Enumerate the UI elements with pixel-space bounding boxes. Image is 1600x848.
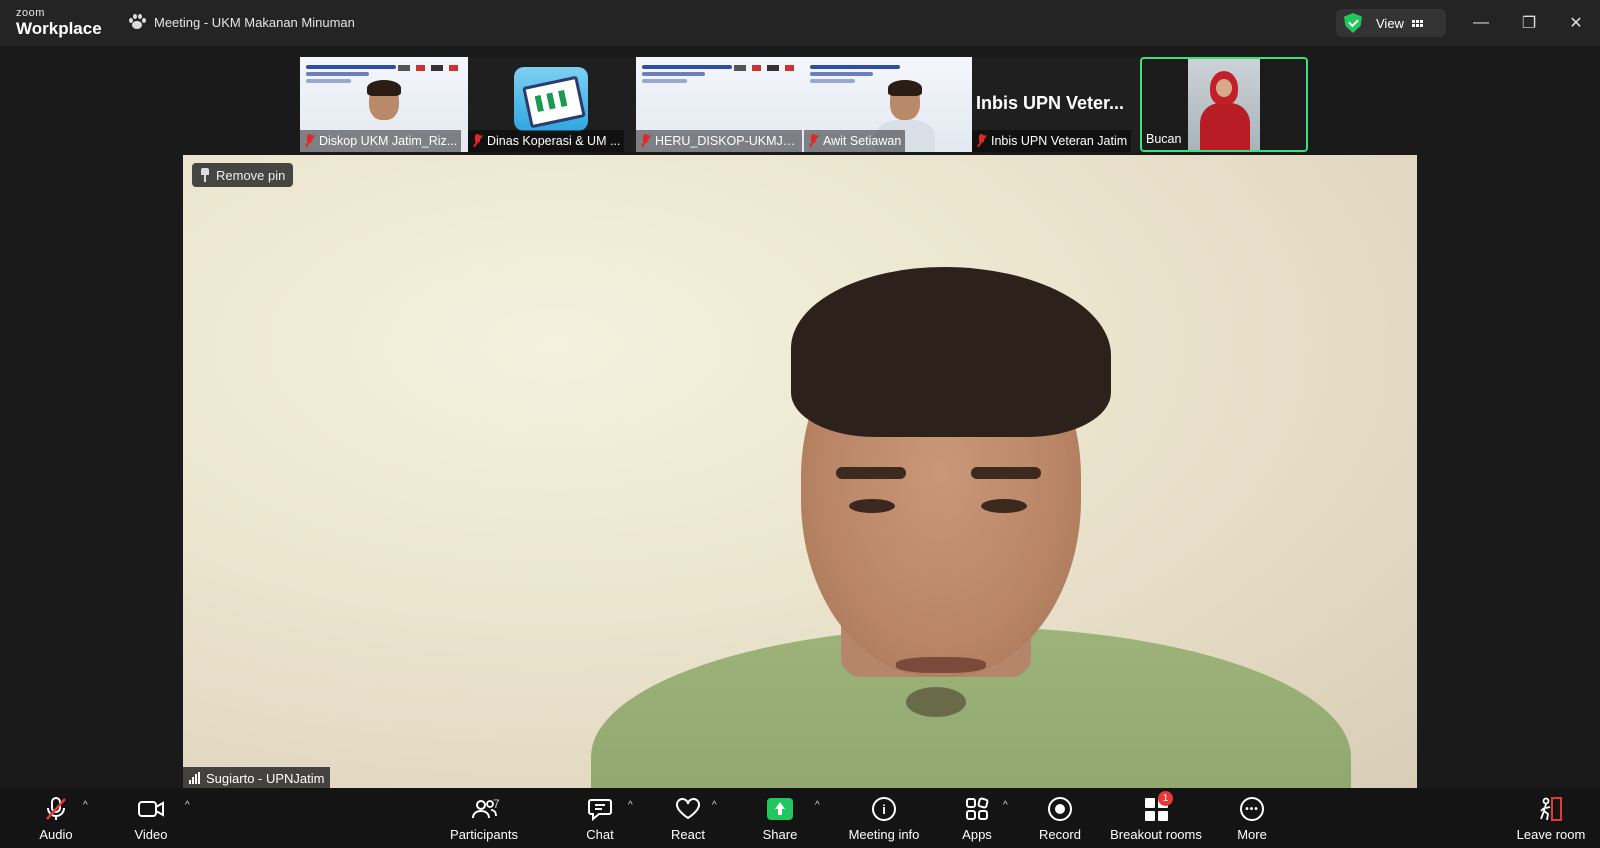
remove-pin-label: Remove pin: [216, 167, 286, 183]
pin-icon: [200, 168, 210, 182]
pinned-video: Remove pin Sugiarto - UPNJatim: [183, 155, 1417, 789]
participant-name-tag: Diskop UKM Jatim_Riz...: [300, 130, 462, 152]
leave-room-button[interactable]: Leave room: [1516, 788, 1586, 848]
apps-icon: [962, 795, 992, 823]
tablet-chart-avatar-icon: [514, 67, 588, 131]
view-button[interactable]: View: [1336, 9, 1446, 37]
encryption-shield-icon: [1344, 13, 1362, 33]
info-icon: i: [869, 795, 899, 823]
share-options-caret-icon[interactable]: ^: [815, 800, 820, 811]
chat-button[interactable]: Chat: [582, 788, 618, 848]
participant-tile[interactable]: Diskop UKM Jatim_Riz...: [300, 57, 468, 152]
meeting-title-text: Meeting - UKM Makanan Minuman: [154, 14, 355, 30]
share-screen-icon: [765, 795, 795, 823]
minimize-icon[interactable]: —: [1470, 12, 1492, 34]
signal-strength-icon: [189, 772, 200, 784]
mic-muted-icon: [976, 134, 987, 148]
participants-count: 7: [493, 797, 500, 811]
record-button[interactable]: Record: [1038, 788, 1082, 848]
react-options-caret-icon[interactable]: ^: [712, 800, 717, 811]
participants-icon: 7: [469, 795, 500, 823]
apps-options-caret-icon[interactable]: ^: [1003, 800, 1008, 811]
meeting-toolbar: Audio ^ Video ^ 7 Participants Chat ^ Re…: [0, 788, 1600, 848]
breakout-rooms-icon: 1: [1141, 791, 1173, 823]
participant-strip: Diskop UKM Jatim_Riz... Dinas Koperasi &…: [300, 57, 1308, 152]
restore-icon[interactable]: ❐: [1518, 12, 1540, 34]
participant-avatar-text: Inbis UPN Veter...: [976, 93, 1125, 113]
meeting-title: Meeting - UKM Makanan Minuman: [128, 14, 355, 30]
logo-small-text: zoom: [16, 7, 45, 19]
participant-tile[interactable]: Inbis UPN Veter... Inbis UPN Veteran Jat…: [972, 57, 1140, 152]
audio-button[interactable]: Audio: [36, 788, 76, 848]
breakout-badge: 1: [1158, 791, 1173, 806]
participants-button[interactable]: 7 Participants: [448, 788, 520, 848]
speaker-video: [591, 227, 1351, 789]
microphone-muted-icon: [41, 795, 71, 823]
mic-muted-icon: [472, 134, 483, 148]
meeting-info-button[interactable]: i Meeting info: [844, 788, 924, 848]
apps-button[interactable]: Apps: [960, 788, 994, 848]
more-icon: •••: [1237, 795, 1267, 823]
close-icon[interactable]: ✕: [1565, 12, 1587, 34]
chat-bubble-icon: [585, 795, 615, 823]
record-icon: [1045, 795, 1075, 823]
video-button[interactable]: Video: [131, 788, 171, 848]
logo-big-text: Workplace: [16, 19, 102, 38]
participant-tile[interactable]: Dinas Koperasi & UM ...: [468, 57, 636, 152]
participant-video: [1188, 59, 1260, 150]
video-camera-icon: [136, 795, 166, 823]
participant-name-tag: Inbis UPN Veteran Jatim: [972, 130, 1132, 152]
participant-tile-active-speaker[interactable]: Bucan: [1140, 57, 1308, 152]
participant-name-tag: Bucan: [1146, 132, 1182, 146]
grid-view-icon: [1411, 19, 1423, 27]
chat-options-caret-icon[interactable]: ^: [628, 800, 633, 811]
video-options-caret-icon[interactable]: ^: [185, 800, 190, 811]
participant-name-tag: Awit Setiawan: [804, 130, 906, 152]
mic-muted-icon: [808, 134, 819, 148]
participant-tile[interactable]: Awit Setiawan: [804, 57, 972, 152]
participant-name-tag: HERU_DISKOP-UKMJA...: [636, 130, 802, 152]
mic-muted-icon: [304, 134, 315, 148]
speaker-name: Sugiarto - UPNJatim: [206, 770, 325, 786]
view-label: View: [1376, 15, 1404, 31]
breakout-rooms-button[interactable]: 1 Breakout rooms: [1108, 788, 1204, 848]
participant-name-tag: Dinas Koperasi & UM ...: [468, 130, 625, 152]
paw-icon: [128, 14, 146, 30]
leave-door-icon: [1536, 795, 1566, 823]
title-bar: zoom Workplace Meeting - UKM Makanan Min…: [0, 0, 1600, 46]
mic-muted-icon: [640, 134, 651, 148]
participant-tile[interactable]: HERU_DISKOP-UKMJA...: [636, 57, 804, 152]
react-button[interactable]: React: [668, 788, 708, 848]
remove-pin-button[interactable]: Remove pin: [192, 163, 294, 187]
more-button[interactable]: ••• More: [1234, 788, 1270, 848]
zoom-workplace-logo: zoom Workplace: [16, 7, 102, 38]
speaker-name-tag: Sugiarto - UPNJatim: [183, 767, 331, 789]
audio-options-caret-icon[interactable]: ^: [83, 800, 88, 811]
heart-icon: [673, 795, 703, 823]
share-button[interactable]: Share: [762, 788, 798, 848]
